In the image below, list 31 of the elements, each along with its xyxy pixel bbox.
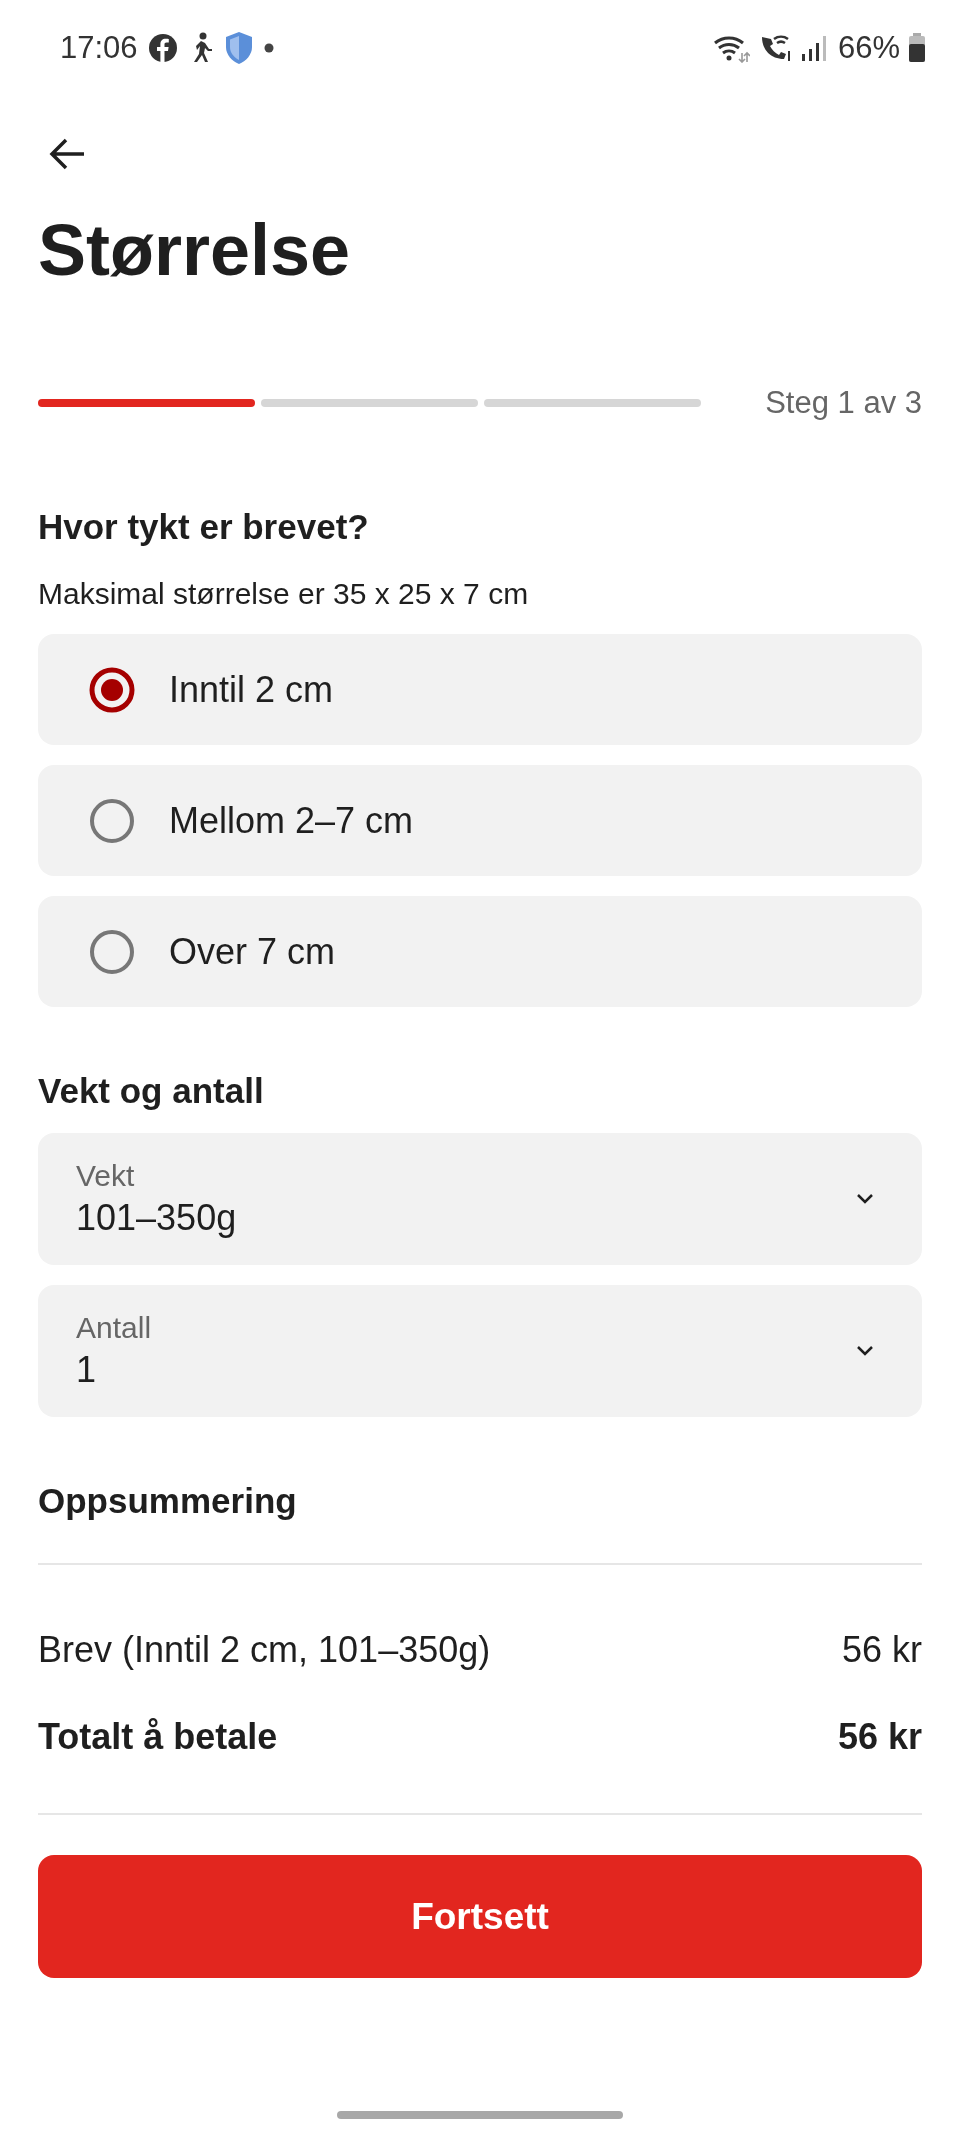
battery-icon <box>908 32 926 63</box>
section-heading: Vekt og antall <box>38 1070 265 1112</box>
dropdown-field[interactable]: Antall 1 <box>38 1285 922 1417</box>
section-heading: Oppsummering <box>38 1480 298 1522</box>
status-time: 17:06 <box>60 29 138 66</box>
dropdown-field[interactable]: Vekt 101–350g <box>38 1133 922 1265</box>
page-title: Størrelse <box>38 210 352 290</box>
field-label: Vekt <box>76 1158 136 1194</box>
line-item-label: Brev (Inntil 2 cm, 101–350g) <box>38 1628 491 1672</box>
thickness-option[interactable]: Over 7 cm <box>38 896 922 1007</box>
chevron-down-icon <box>856 1345 874 1357</box>
field-value: 1 <box>76 1348 98 1392</box>
radio-button[interactable] <box>89 666 135 713</box>
total-label: Totalt å betale <box>38 1715 278 1759</box>
continue-button[interactable]: Fortsett <box>38 1855 922 1978</box>
radio-button[interactable] <box>89 928 135 975</box>
section-heading: Hvor tykt er brevet? <box>38 506 370 548</box>
step-label: Steg 1 av 3 <box>765 385 922 421</box>
field-label: Antall <box>76 1310 152 1346</box>
radio-button[interactable] <box>89 797 135 844</box>
facebook-icon <box>147 32 178 63</box>
notification-dot-icon <box>263 42 274 53</box>
battery-percent: 66% <box>837 29 900 66</box>
thickness-option[interactable]: Inntil 2 cm <box>38 634 922 745</box>
total-amount: 56 kr <box>837 1715 922 1759</box>
size-hint: Maksimal størrelse er 35 x 25 x 7 cm <box>38 576 530 612</box>
chevron-down-icon <box>856 1193 874 1205</box>
field-value: 101–350g <box>76 1196 237 1240</box>
shield-icon <box>223 30 254 65</box>
thickness-option[interactable]: Mellom 2–7 cm <box>38 765 922 876</box>
line-item-amount: 56 kr <box>841 1628 922 1672</box>
